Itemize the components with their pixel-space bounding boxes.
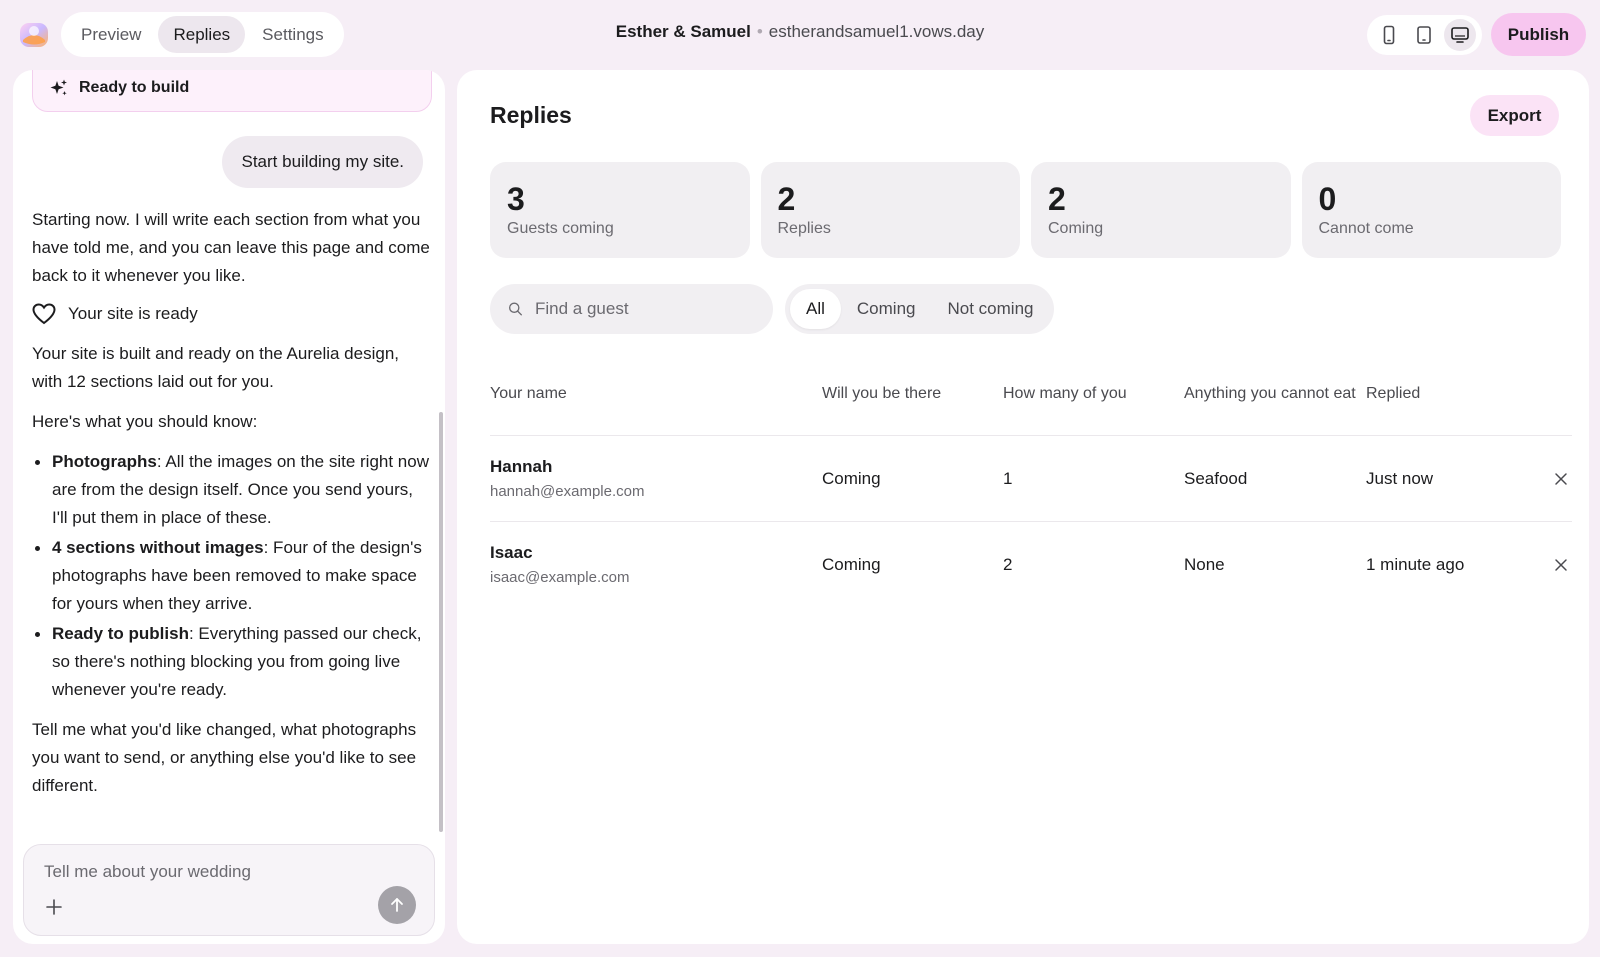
close-icon xyxy=(1555,472,1567,485)
assistant-know: Here's what you should know: xyxy=(32,412,258,431)
stats-row: 3 Guests coming 2 Replies 2 Coming 0 Can… xyxy=(490,162,1561,258)
stat-value: 0 xyxy=(1318,181,1337,217)
title-separator: • xyxy=(756,22,763,41)
dietary-cell: Seafood xyxy=(1184,468,1248,488)
heart-icon xyxy=(32,303,56,325)
column-replied[interactable]: Replied xyxy=(1366,380,1546,408)
stat-label: Guests coming xyxy=(507,220,614,237)
guest-name: Isaac xyxy=(490,543,533,562)
rsvp-filter: All Coming Not coming xyxy=(785,284,1055,334)
list-item: 4 sections without images: Four of the d… xyxy=(32,534,430,618)
desktop-preview-button[interactable] xyxy=(1444,19,1477,51)
plus-icon xyxy=(46,899,62,915)
table-row[interactable]: Isaac isaac@example.com Coming 2 None 1 … xyxy=(490,522,1572,608)
top-bar: Preview Replies Settings Esther & Samuel… xyxy=(0,0,1600,68)
list-item: Photographs: All the images on the site … xyxy=(32,448,430,532)
stat-cannot-come: 0 Cannot come xyxy=(1301,162,1561,258)
table-row[interactable]: Hannah hannah@example.com Coming 1 Seafo… xyxy=(490,436,1572,522)
site-title: Esther & Samuel • estherandsamuel1.vows.da… xyxy=(0,22,1600,42)
ready-card-label: Ready to build xyxy=(79,79,190,96)
couple-name: Esther & Samuel xyxy=(615,22,751,41)
user-message: Start building my site. xyxy=(222,136,423,188)
assistant-intro: Starting now. I will write each section … xyxy=(32,210,430,285)
guest-email: isaac@example.com xyxy=(490,569,630,586)
filter-row: All Coming Not coming xyxy=(490,284,1055,334)
assistant-built: Your site is built and ready on the Aure… xyxy=(32,344,400,391)
remove-reply-button[interactable] xyxy=(1550,468,1572,490)
message-composer xyxy=(23,844,435,936)
stat-replies: 2 Replies xyxy=(760,162,1020,258)
arrow-up-icon xyxy=(391,898,403,912)
remove-reply-button[interactable] xyxy=(1550,554,1572,576)
list-item: Ready to publish: Everything passed our … xyxy=(32,620,430,704)
guest-cell: Isaac isaac@example.com xyxy=(490,540,822,590)
search-input[interactable] xyxy=(535,299,755,319)
replies-table: Your name Will you be there How many of … xyxy=(490,352,1572,608)
assistant-bullets: Photographs: All the images on the site … xyxy=(32,448,430,704)
actions-cell xyxy=(1546,554,1572,576)
export-button[interactable]: Export xyxy=(1470,95,1559,136)
column-cannot-eat[interactable]: Anything you cannot eat xyxy=(1184,380,1366,408)
guest-name: Hannah xyxy=(490,456,553,476)
tablet-preview-button[interactable] xyxy=(1408,19,1440,51)
guest-search xyxy=(490,284,773,334)
message-input[interactable] xyxy=(44,859,404,885)
phone-icon xyxy=(1383,25,1395,45)
chat-panel: Ready to build Start building my site. S… xyxy=(13,70,445,944)
stat-label: Cannot come xyxy=(1318,220,1414,237)
replies-panel: Replies Export 3 Guests coming 2 Replies… xyxy=(457,70,1589,944)
attach-button[interactable] xyxy=(42,895,66,919)
page-title: Replies xyxy=(490,102,572,128)
stat-value: 3 xyxy=(507,181,525,217)
assistant-messages: Starting now. I will write each section … xyxy=(32,206,430,812)
phone-preview-button[interactable] xyxy=(1373,19,1405,51)
publish-button[interactable]: Publish xyxy=(1491,13,1586,56)
party-size-cell: 1 xyxy=(1003,468,1013,488)
filter-not-coming[interactable]: Not coming xyxy=(932,289,1050,329)
table-header: Your name Will you be there How many of … xyxy=(490,352,1572,436)
stat-coming: 2 Coming xyxy=(1031,162,1291,258)
ready-to-build-card[interactable]: Ready to build xyxy=(32,70,432,112)
tablet-icon xyxy=(1417,26,1432,44)
column-will-you-be-there[interactable]: Will you be there xyxy=(822,380,1003,408)
stat-value: 2 xyxy=(1048,181,1066,217)
stat-label: Replies xyxy=(777,220,831,237)
filter-coming[interactable]: Coming xyxy=(841,289,932,329)
send-button[interactable] xyxy=(378,886,416,924)
desktop-icon xyxy=(1451,27,1469,43)
stat-guests-coming: 3 Guests coming xyxy=(490,162,750,258)
filter-all[interactable]: All xyxy=(790,289,841,329)
attendance-cell: Coming xyxy=(822,468,881,488)
assistant-closing: Tell me what you'd like changed, what ph… xyxy=(32,720,417,795)
site-status-label: Your site is ready xyxy=(68,304,198,323)
attendance-cell: Coming xyxy=(822,555,881,574)
stat-label: Coming xyxy=(1048,220,1104,237)
search-icon xyxy=(509,302,522,316)
column-your-name[interactable]: Your name xyxy=(490,380,822,408)
replied-cell: Just now xyxy=(1366,468,1434,488)
actions-cell xyxy=(1546,468,1572,490)
site-status: Your site is ready xyxy=(32,300,430,328)
stat-value: 2 xyxy=(777,181,796,217)
replied-cell: 1 minute ago xyxy=(1366,555,1465,574)
close-icon xyxy=(1555,559,1567,571)
sparkle-icon xyxy=(50,79,67,96)
device-switch xyxy=(1367,15,1482,55)
guest-email: hannah@example.com xyxy=(490,482,645,500)
site-domain[interactable]: estherandsamuel1.vows.day xyxy=(769,22,984,41)
dietary-cell: None xyxy=(1184,555,1225,574)
guest-cell: Hannah hannah@example.com xyxy=(490,454,822,504)
party-size-cell: 2 xyxy=(1003,555,1013,574)
column-how-many[interactable]: How many of you xyxy=(1003,380,1184,408)
chat-scrollbar[interactable] xyxy=(439,412,443,832)
